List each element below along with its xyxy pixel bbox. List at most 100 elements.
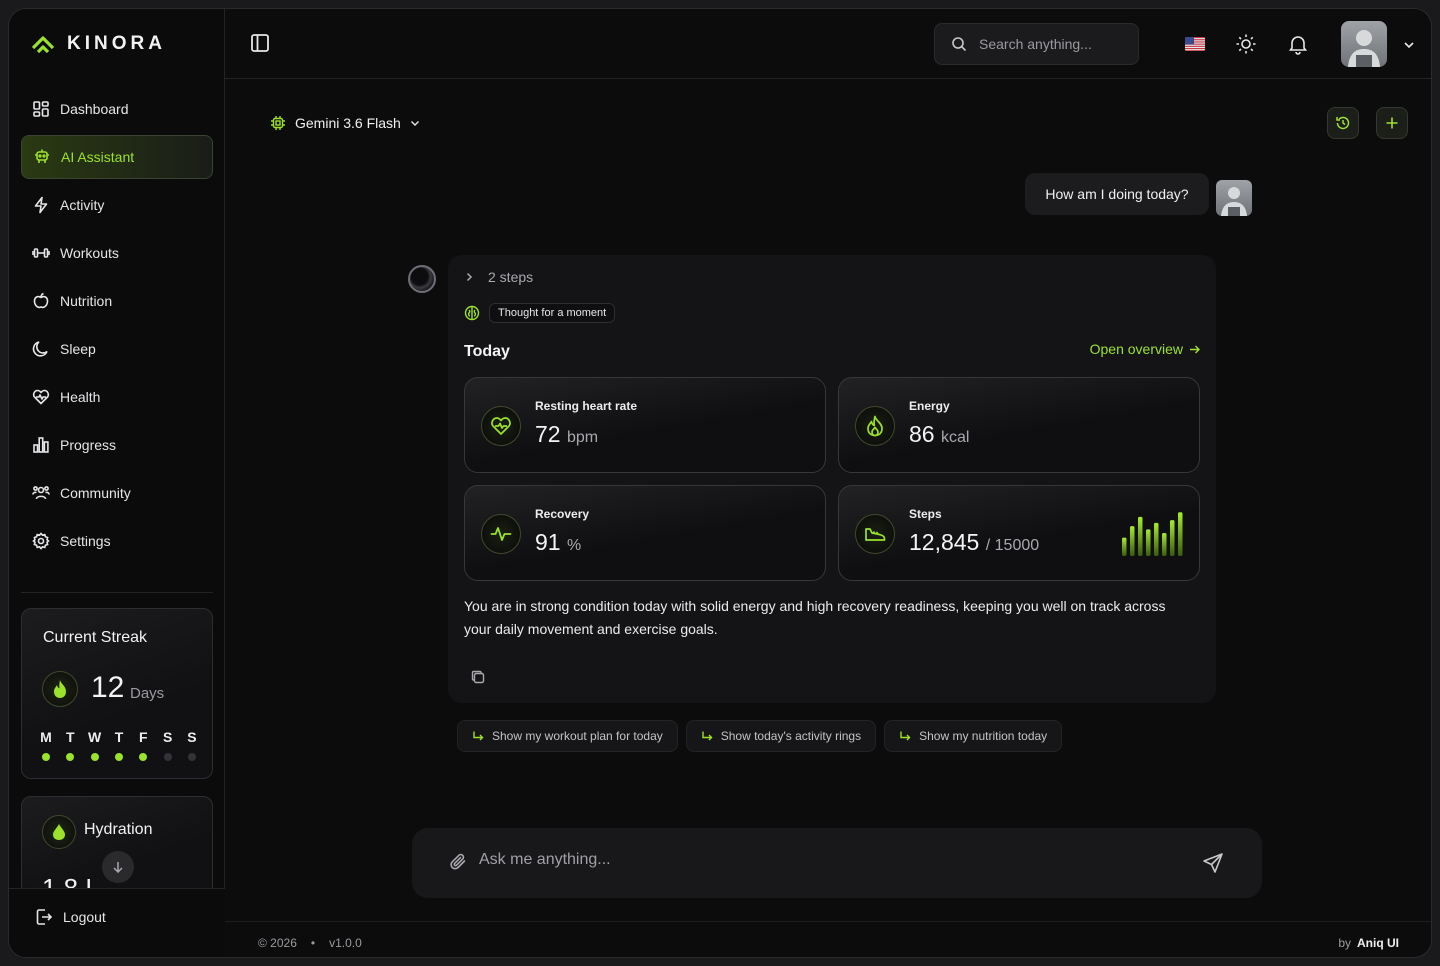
metric-value: 12,845 / 15000	[909, 529, 1039, 556]
sidebar-toggle-button[interactable]	[250, 33, 270, 58]
day-item: T	[60, 729, 80, 761]
metric-card-steps[interactable]: Steps 12,845 / 15000	[838, 485, 1200, 581]
brain-icon	[464, 305, 480, 321]
day-dot-done	[114, 753, 123, 761]
sidebar-item-ai-assistant[interactable]: AI Assistant	[21, 135, 213, 179]
day-dot-pending	[163, 753, 172, 761]
suggestion-chip[interactable]: Show my workout plan for today	[457, 720, 678, 752]
user-avatar[interactable]	[1341, 21, 1387, 67]
steps-bar	[1154, 522, 1159, 556]
steps-bar	[1162, 533, 1167, 556]
steps-bar	[1170, 520, 1175, 556]
send-button[interactable]	[1202, 852, 1224, 879]
flame-icon	[54, 680, 66, 698]
open-overview-link[interactable]: Open overview	[1090, 341, 1200, 357]
chevron-down-icon	[410, 121, 419, 126]
steps-bar	[1138, 516, 1143, 556]
search-input[interactable]	[979, 36, 1119, 52]
day-item: S	[158, 729, 178, 761]
send-icon	[1203, 853, 1223, 873]
sidebar-item-nutrition[interactable]: Nutrition	[21, 279, 213, 323]
model-name: Gemini 3.6 Flash	[295, 115, 401, 131]
flame-badge	[42, 671, 78, 707]
sidebar-item-settings[interactable]: Settings	[21, 519, 213, 563]
us-flag-icon	[1185, 37, 1205, 51]
sidebar-item-label: AI Assistant	[61, 149, 135, 165]
sidebar-item-health[interactable]: Health	[21, 375, 213, 419]
chat-composer	[412, 828, 1262, 898]
copy-icon	[471, 670, 485, 684]
footer-left: © 2026 • v1.0.0	[258, 936, 362, 950]
assistant-avatar-icon	[408, 265, 436, 293]
bar-chart-icon	[33, 437, 49, 453]
avatar-image	[1348, 30, 1380, 67]
day-letter: W	[88, 729, 102, 745]
chat-input[interactable]	[479, 851, 1159, 869]
corner-arrow-icon	[702, 731, 713, 741]
metric-card-heart-rate[interactable]: Resting heart rate 72 bpm	[464, 377, 826, 473]
logout-label: Logout	[63, 909, 106, 925]
day-letter: S	[187, 729, 197, 745]
logout-icon	[36, 909, 53, 925]
steps-toggle[interactable]: 2 steps	[464, 269, 533, 285]
steps-bar	[1146, 529, 1151, 556]
logout-button[interactable]: Logout	[35, 908, 106, 926]
sidebar-item-label: Activity	[60, 197, 105, 213]
attach-button[interactable]	[448, 852, 468, 877]
copyright-text: © 2026	[258, 936, 297, 950]
metric-unit: kcal	[940, 429, 970, 446]
model-selector[interactable]: Gemini 3.6 Flash	[270, 115, 420, 131]
logo-icon	[31, 36, 55, 54]
credit-by: by	[1338, 936, 1351, 950]
streak-days: M T W T F S S	[36, 729, 202, 761]
metric-unit: / 15000	[985, 537, 1040, 554]
sidebar-item-activity[interactable]: Activity	[21, 183, 213, 227]
chevron-down-icon	[1404, 42, 1414, 49]
sidebar-divider	[21, 592, 213, 593]
new-chat-button[interactable]	[1376, 107, 1408, 139]
logo-text: KINORA	[67, 33, 166, 54]
sidebar-item-workouts[interactable]: Workouts	[21, 231, 213, 275]
shoe-icon	[865, 528, 886, 541]
credit-name[interactable]: Aniq UI	[1357, 936, 1399, 950]
suggestion-label: Show my nutrition today	[919, 729, 1048, 743]
robot-icon	[35, 149, 49, 163]
suggestion-label: Show today's activity rings	[720, 729, 862, 743]
account-menu-toggle[interactable]	[1403, 38, 1415, 56]
version-text: v1.0.0	[329, 936, 362, 950]
moon-icon	[32, 341, 48, 357]
logo[interactable]: KINORA	[31, 33, 166, 55]
suggestion-chip[interactable]: Show today's activity rings	[685, 720, 877, 752]
day-dot-done	[90, 753, 99, 761]
day-item: T	[109, 729, 129, 761]
sidebar-item-community[interactable]: Community	[21, 471, 213, 515]
suggestion-chip[interactable]: Show my nutrition today	[884, 720, 1063, 752]
metric-card-recovery[interactable]: Recovery 91 %	[464, 485, 826, 581]
sidebar-item-progress[interactable]: Progress	[21, 423, 213, 467]
metric-card-energy[interactable]: Energy 86 kcal	[838, 377, 1200, 473]
suggestion-chips: Show my workout plan for today Show toda…	[457, 720, 1063, 752]
water-drop-icon	[53, 824, 65, 840]
copy-button[interactable]	[470, 669, 486, 690]
sidebar-item-sleep[interactable]: Sleep	[21, 327, 213, 371]
day-letter: M	[40, 729, 52, 745]
scroll-down-button[interactable]	[102, 851, 134, 883]
arrow-down-icon	[113, 862, 123, 873]
language-flag-us[interactable]	[1185, 37, 1205, 51]
chat-history-button[interactable]	[1327, 107, 1359, 139]
day-letter: F	[139, 729, 148, 745]
sidebar-item-dashboard[interactable]: Dashboard	[21, 87, 213, 131]
drop-badge	[42, 815, 76, 849]
metric-unit: %	[566, 537, 582, 554]
steps-bar	[1178, 512, 1183, 556]
notifications-button[interactable]	[1287, 33, 1309, 60]
corner-arrow-icon	[900, 731, 911, 741]
metric-number: 86	[909, 421, 935, 447]
pulse-line-icon	[490, 527, 512, 541]
search-box[interactable]	[934, 23, 1139, 65]
metric-icon-badge	[481, 406, 521, 446]
day-item: F	[133, 729, 153, 761]
sidebar-item-label: Workouts	[60, 245, 119, 261]
theme-toggle-button[interactable]	[1235, 33, 1257, 60]
streak-unit: Days	[130, 685, 165, 702]
